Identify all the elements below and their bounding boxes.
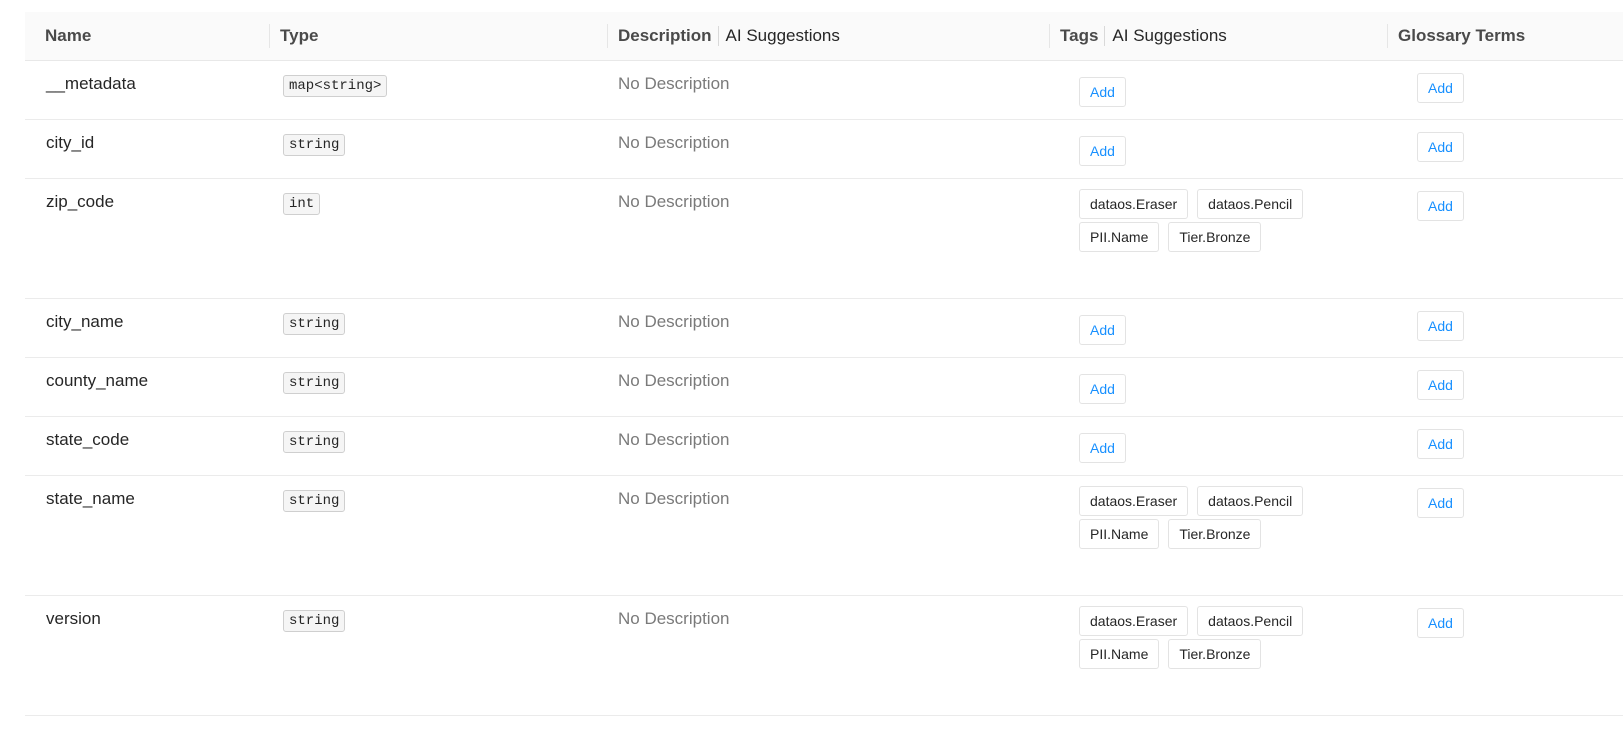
tag-list: dataos.Eraser dataos.Pencil PII.Name Tier.B… xyxy=(1079,606,1339,669)
column-name-cell: county_name xyxy=(46,371,149,390)
add-glossary-term-button[interactable]: Add xyxy=(1417,132,1464,162)
table-row: __metadata map<string> No Description Add Ad… xyxy=(25,61,1623,120)
data-type-badge: map<string> xyxy=(283,75,388,97)
schema-table: Name Type Description AI Suggestions Tag… xyxy=(25,12,1623,716)
tag-list: dataos.Eraser dataos.Pencil PII.Name Tier.B… xyxy=(1079,189,1339,252)
tags-ai-suggestions-toggle[interactable]: AI Suggestions xyxy=(1104,26,1227,46)
column-divider xyxy=(607,24,608,48)
tag-chip[interactable]: dataos.Pencil xyxy=(1197,486,1304,516)
tag-chip[interactable]: dataos.Eraser xyxy=(1079,486,1189,516)
table-row: version string No Description dataos.Eraser… xyxy=(25,596,1623,716)
table-row: state_name string No Description dataos.Era… xyxy=(25,476,1623,596)
column-name-cell: zip_code xyxy=(46,192,115,211)
column-divider xyxy=(269,24,270,48)
data-type-badge: string xyxy=(283,134,346,156)
add-glossary-term-button[interactable]: Add xyxy=(1417,608,1464,638)
tag-chip[interactable]: dataos.Eraser xyxy=(1079,606,1189,636)
column-name-cell: state_name xyxy=(46,489,135,508)
table-row: state_code string No Description Add Add xyxy=(25,417,1623,476)
tag-chip[interactable]: PII.Name xyxy=(1079,639,1160,669)
tag-list: dataos.Eraser dataos.Pencil PII.Name Tier.B… xyxy=(1079,486,1339,549)
add-glossary-term-button[interactable]: Add xyxy=(1417,429,1464,459)
description-cell[interactable]: No Description xyxy=(618,609,730,629)
table-header: Name Type Description AI Suggestions Tag… xyxy=(25,12,1623,61)
add-glossary-term-button[interactable]: Add xyxy=(1417,191,1464,221)
column-divider xyxy=(1387,24,1388,48)
add-tag-button[interactable]: Add xyxy=(1079,433,1126,463)
description-cell[interactable]: No Description xyxy=(618,371,730,391)
tag-chip[interactable]: dataos.Eraser xyxy=(1079,189,1189,219)
column-header-tags: Tags AI Suggestions xyxy=(1060,12,1227,60)
tag-chip[interactable]: dataos.Pencil xyxy=(1197,606,1304,636)
data-type-badge: string xyxy=(283,490,346,512)
description-cell[interactable]: No Description xyxy=(618,133,730,153)
add-tag-button[interactable]: Add xyxy=(1079,77,1126,107)
column-name-cell: city_id xyxy=(46,133,95,152)
tag-chip[interactable]: dataos.Pencil xyxy=(1197,189,1304,219)
description-cell[interactable]: No Description xyxy=(618,74,730,94)
description-cell[interactable]: No Description xyxy=(618,430,730,450)
table-row: zip_code int No Description dataos.Eraser da… xyxy=(25,179,1623,299)
description-cell[interactable]: No Description xyxy=(618,312,730,332)
table-row: city_name string No Description Add Add xyxy=(25,299,1623,358)
data-type-badge: int xyxy=(283,193,321,215)
tag-chip[interactable]: Tier.Bronze xyxy=(1168,222,1262,252)
tag-chip[interactable]: Tier.Bronze xyxy=(1168,519,1262,549)
add-tag-button[interactable]: Add xyxy=(1079,374,1126,404)
tags-header-label: Tags xyxy=(1060,26,1099,45)
column-name-cell: version xyxy=(46,609,101,628)
data-type-badge: string xyxy=(283,313,346,335)
data-type-badge: string xyxy=(283,431,346,453)
add-glossary-term-button[interactable]: Add xyxy=(1417,311,1464,341)
tag-chip[interactable]: PII.Name xyxy=(1079,222,1160,252)
data-type-badge: string xyxy=(283,610,346,632)
column-header-glossary-terms[interactable]: Glossary Terms xyxy=(1398,12,1525,60)
tag-chip[interactable]: PII.Name xyxy=(1079,519,1160,549)
column-header-description: Description AI Suggestions xyxy=(618,12,840,60)
column-header-name[interactable]: Name xyxy=(45,12,91,60)
description-cell[interactable]: No Description xyxy=(618,489,730,509)
table-row: city_id string No Description Add Add xyxy=(25,120,1623,179)
description-ai-suggestions-toggle[interactable]: AI Suggestions xyxy=(717,26,840,46)
column-divider xyxy=(1049,24,1050,48)
add-tag-button[interactable]: Add xyxy=(1079,136,1126,166)
add-glossary-term-button[interactable]: Add xyxy=(1417,488,1464,518)
add-tag-button[interactable]: Add xyxy=(1079,315,1126,345)
table-row: county_name string No Description Add Add xyxy=(25,358,1623,417)
data-type-badge: string xyxy=(283,372,346,394)
column-name-cell: city_name xyxy=(46,312,124,331)
column-header-type[interactable]: Type xyxy=(280,12,318,60)
description-cell[interactable]: No Description xyxy=(618,192,730,212)
description-header-label: Description xyxy=(618,26,712,45)
table-body: __metadata map<string> No Description Add Ad… xyxy=(25,61,1623,716)
add-glossary-term-button[interactable]: Add xyxy=(1417,370,1464,400)
column-name-cell: __metadata xyxy=(46,74,136,93)
column-name-cell: state_code xyxy=(46,430,130,449)
tag-chip[interactable]: Tier.Bronze xyxy=(1168,639,1262,669)
add-glossary-term-button[interactable]: Add xyxy=(1417,73,1464,103)
